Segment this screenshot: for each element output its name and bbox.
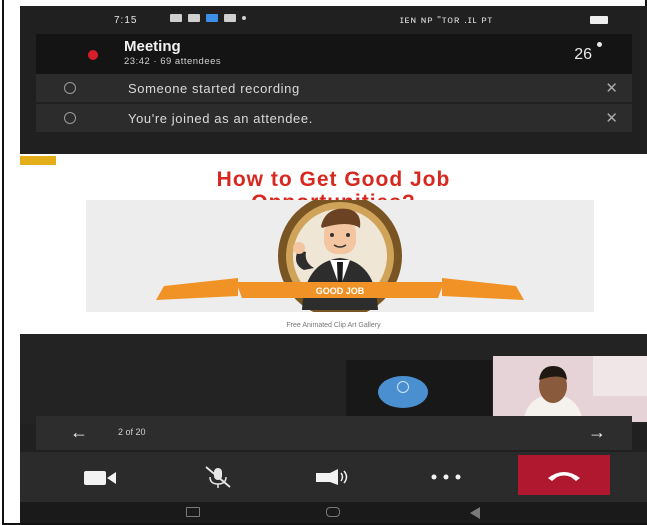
more-dots-icon [431, 474, 461, 480]
participant-avatar[interactable] [378, 376, 428, 408]
more-options-button[interactable] [416, 452, 476, 502]
next-slide-button[interactable]: → [588, 422, 606, 443]
avatar-icon [397, 381, 409, 393]
slide-pager: ← 2 of 20 → [36, 416, 632, 450]
video-camera-icon [84, 471, 116, 485]
speaker-toggle-button[interactable] [302, 452, 362, 502]
microphone-muted-icon [205, 466, 231, 488]
meeting-title: Meeting [124, 38, 181, 55]
cast-icon [224, 14, 236, 22]
notification-text: You're joined as an attendee. [128, 111, 313, 126]
previous-slide-button[interactable]: ← [70, 422, 88, 443]
banner-text: GOOD JOB [316, 286, 365, 296]
notification-icons [170, 14, 246, 22]
back-icon[interactable] [470, 507, 480, 519]
self-video-image [493, 356, 647, 422]
businessman-illustration: GOOD JOB [156, 194, 524, 318]
video-stage [20, 334, 647, 424]
slide-caption: Free Animated Clip Art Gallery [286, 322, 381, 329]
call-controls [20, 452, 647, 502]
recents-icon[interactable] [186, 507, 200, 517]
recording-dot-icon [88, 50, 98, 60]
hang-up-icon [548, 472, 580, 481]
slide-illustration: GOOD JOB [86, 194, 594, 318]
notification-text: Someone started recording [128, 81, 300, 96]
meeting-subtitle: 23:42 · 69 attendees [124, 56, 222, 67]
slide-logo [20, 156, 56, 165]
home-icon[interactable] [326, 507, 340, 517]
mic-toggle-button[interactable] [188, 452, 248, 502]
close-icon[interactable]: ✕ [605, 79, 618, 97]
page-border-left [2, 0, 4, 525]
phone-screen: 7:15 ɪᴇɴ ɴᴘ "ᴛᴏʀ .ɪʟ ᴘᴛ Meeting 23:42 · … [20, 6, 647, 523]
battery-icon [590, 16, 608, 24]
notification-attendee: You're joined as an attendee. ✕ [36, 104, 632, 132]
android-nav-bar [20, 502, 647, 523]
participants-count[interactable]: 26 [574, 46, 592, 64]
self-video-preview[interactable] [493, 356, 647, 422]
notification-recording: Someone started recording ✕ [36, 74, 632, 102]
meeting-header[interactable]: Meeting 23:42 · 69 attendees 26 [36, 34, 632, 74]
dot-icon [242, 16, 246, 20]
status-bar: 7:15 ɪᴇɴ ɴᴘ "ᴛᴏʀ .ɪʟ ᴘᴛ [20, 6, 647, 34]
mail-icon [188, 14, 200, 22]
video-toggle-button[interactable] [70, 452, 130, 502]
page-indicator: 2 of 20 [118, 427, 146, 437]
close-icon[interactable]: ✕ [605, 109, 618, 127]
status-time: 7:15 [114, 15, 138, 26]
slide-title-line1: How to Get Good Job [216, 168, 451, 191]
participants-icon [597, 42, 602, 47]
speaker-icon [316, 469, 348, 485]
info-icon [64, 112, 76, 124]
app-icon [206, 14, 218, 22]
signal-status: ɪᴇɴ ɴᴘ "ᴛᴏʀ .ɪʟ ᴘᴛ [400, 15, 494, 26]
shared-slide: How to Get Good Job Opportunities? [20, 154, 647, 334]
message-icon [170, 14, 182, 22]
info-icon [64, 82, 76, 94]
hang-up-button[interactable] [518, 455, 610, 495]
